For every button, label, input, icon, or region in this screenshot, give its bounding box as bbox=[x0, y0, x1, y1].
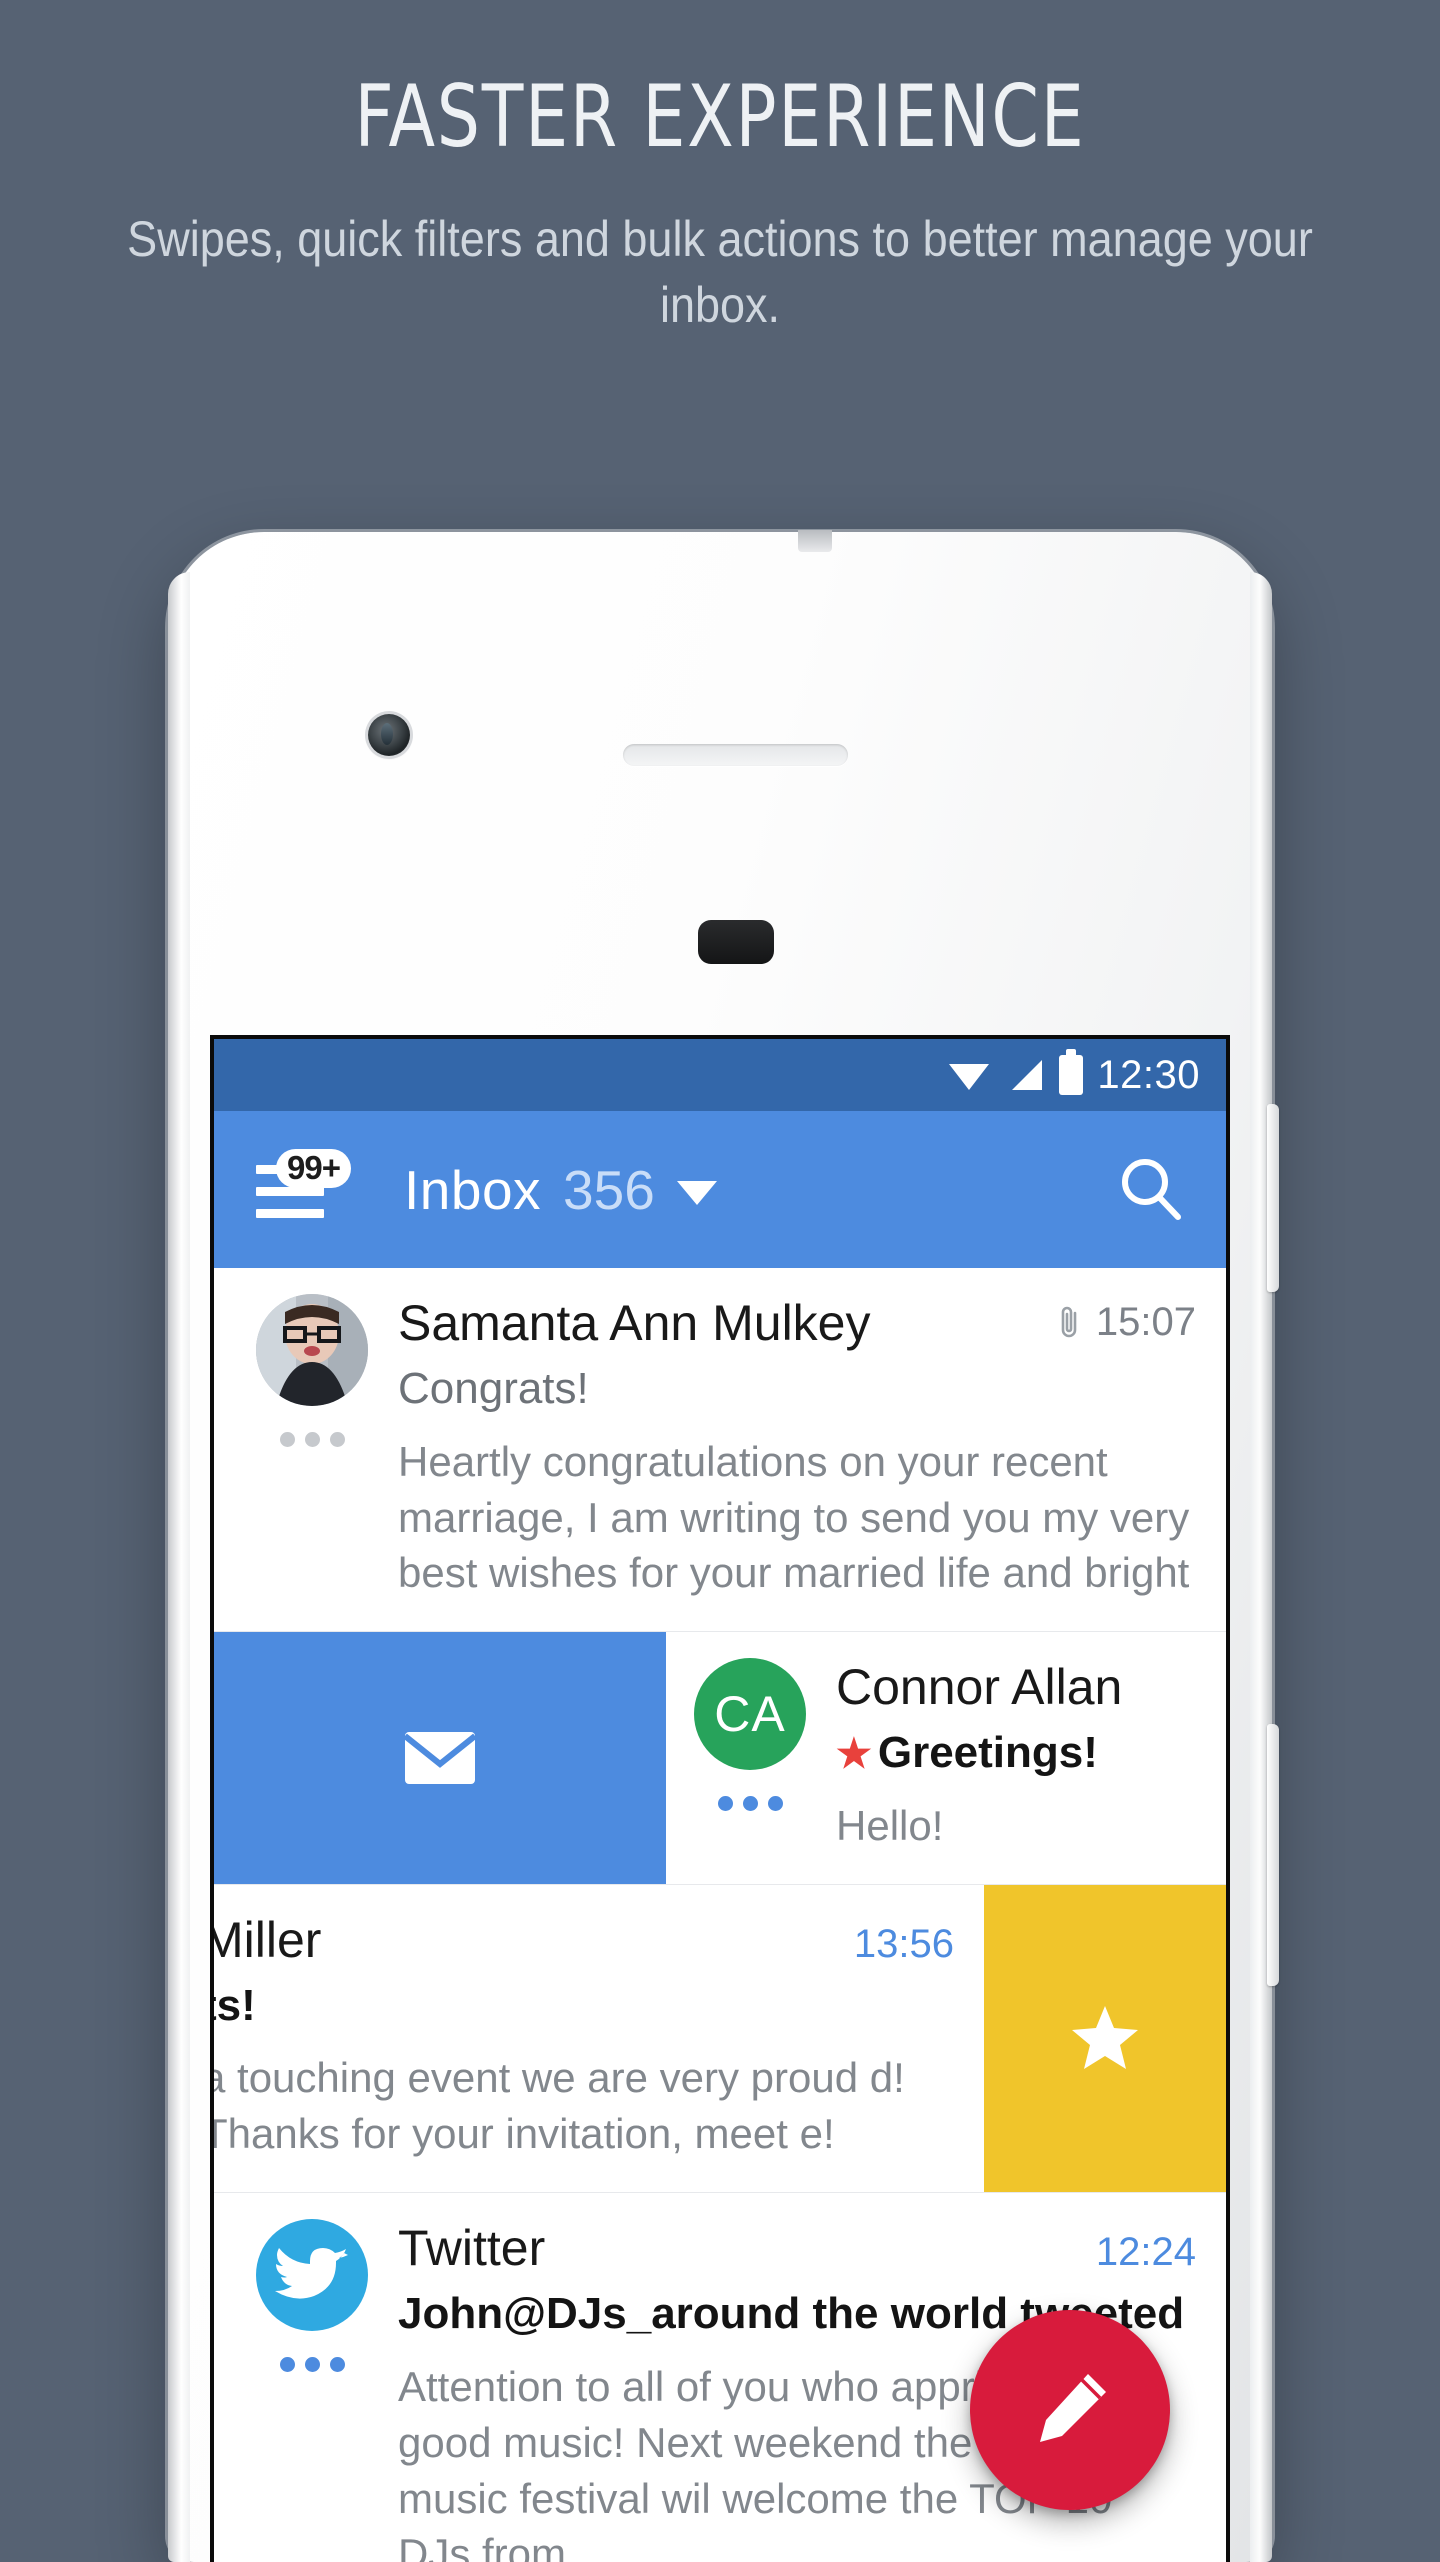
compose-button[interactable] bbox=[970, 2310, 1170, 2510]
mail-icon bbox=[403, 1732, 477, 1785]
avatar-column bbox=[248, 1294, 376, 1601]
swipe-action-mark-unread[interactable] bbox=[214, 1632, 666, 1884]
email-meta: 12:24 bbox=[1080, 2230, 1196, 2275]
attachment-icon bbox=[1061, 1306, 1077, 1338]
proximity-sensor bbox=[698, 920, 774, 964]
unread-badge: 99+ bbox=[276, 1148, 351, 1188]
row-overflow-dots[interactable] bbox=[717, 1796, 783, 1812]
promo-header: FASTER EXPERIENCE Swipes, quick filters … bbox=[0, 0, 1440, 338]
phone-screen: 12:30 99+ Inbox 356 Samanta Ann Mulkey 1… bbox=[210, 1035, 1230, 2562]
email-time: 15:07 bbox=[1095, 1299, 1196, 1344]
star-icon bbox=[1072, 2006, 1138, 2070]
twitter-bird-icon bbox=[275, 2248, 348, 2299]
email-subject: ★ Greetings! bbox=[836, 1728, 1098, 1778]
star-icon: ★ bbox=[836, 1732, 872, 1777]
email-body: Miller 13:56 ts! a touching event we are… bbox=[214, 1911, 954, 2162]
row-overflow-dots[interactable] bbox=[279, 2357, 345, 2373]
email-subject: ts! bbox=[214, 1980, 256, 2030]
email-meta: 15:07 bbox=[1040, 1300, 1196, 1345]
page-subtitle: Swipes, quick filters and bulk actions t… bbox=[127, 211, 1313, 334]
page-title: FASTER EXPERIENCE bbox=[354, 67, 1086, 167]
status-bar-icons bbox=[947, 1049, 1084, 1095]
menu-icon[interactable]: 99+ bbox=[256, 1148, 351, 1219]
chevron-down-icon[interactable] bbox=[676, 1180, 717, 1205]
phone-left-bezel bbox=[168, 572, 190, 2562]
row-overflow-dots[interactable] bbox=[279, 1432, 345, 1447]
swipe-action-star[interactable] bbox=[984, 1884, 1226, 2193]
avatar[interactable] bbox=[256, 1294, 368, 1406]
phone-right-bezel bbox=[1250, 572, 1272, 2562]
signal-icon bbox=[1012, 1060, 1043, 1090]
avatar-column bbox=[248, 2219, 376, 2562]
email-preview: a touching event we are very proud d! Th… bbox=[214, 2054, 905, 2158]
phone-top-antenna-notch bbox=[798, 530, 832, 552]
email-meta: 13:56 bbox=[838, 1922, 954, 1967]
avatar-column: CA bbox=[686, 1658, 814, 1854]
email-body: Samanta Ann Mulkey 15:07 Congrats! Heart… bbox=[376, 1294, 1196, 1601]
email-preview: Hello! bbox=[836, 1801, 944, 1849]
volume-button[interactable] bbox=[1267, 1724, 1279, 1986]
status-bar: 12:30 bbox=[214, 1039, 1226, 1111]
avatar[interactable]: CA bbox=[694, 1658, 806, 1771]
email-sender: Connor Allan bbox=[836, 1659, 1123, 1716]
earpiece-speaker bbox=[623, 744, 848, 766]
front-camera-icon bbox=[368, 714, 410, 756]
inbox-count: 356 bbox=[563, 1158, 655, 1221]
table-row[interactable]: CA Connor Allan ★ Greetings! Hello! bbox=[214, 1632, 1226, 1885]
inbox-selector[interactable]: Inbox 356 bbox=[404, 1158, 717, 1222]
app-bar: 99+ Inbox 356 bbox=[214, 1111, 1226, 1268]
compose-pencil-icon bbox=[1040, 2374, 1106, 2442]
email-time: 13:56 bbox=[853, 1921, 954, 1966]
table-row[interactable]: Miller 13:56 ts! a touching event we are… bbox=[214, 1884, 1226, 2194]
battery-icon bbox=[1059, 1049, 1084, 1095]
email-time: 12:24 bbox=[1095, 2230, 1196, 2275]
email-subject: Congrats! bbox=[398, 1364, 589, 1413]
table-row[interactable]: Samanta Ann Mulkey 15:07 Congrats! Heart… bbox=[214, 1268, 1226, 1633]
avatar[interactable] bbox=[256, 2219, 368, 2332]
power-button[interactable] bbox=[1267, 1104, 1279, 1292]
phone-mockup: 12:30 99+ Inbox 356 Samanta Ann Mulkey 1… bbox=[168, 530, 1279, 2562]
email-body: Connor Allan ★ Greetings! Hello! bbox=[814, 1658, 1196, 1854]
email-sender: Samanta Ann Mulkey bbox=[398, 1295, 871, 1351]
search-icon[interactable] bbox=[1114, 1153, 1188, 1227]
wifi-icon bbox=[949, 1064, 990, 1090]
email-preview: Heartly congratulations on your recent m… bbox=[398, 1437, 1190, 1597]
email-sender: Miller bbox=[214, 1911, 322, 1968]
status-bar-clock: 12:30 bbox=[1097, 1052, 1200, 1097]
inbox-label: Inbox bbox=[404, 1158, 542, 1221]
email-sender: Twitter bbox=[398, 2220, 546, 2277]
